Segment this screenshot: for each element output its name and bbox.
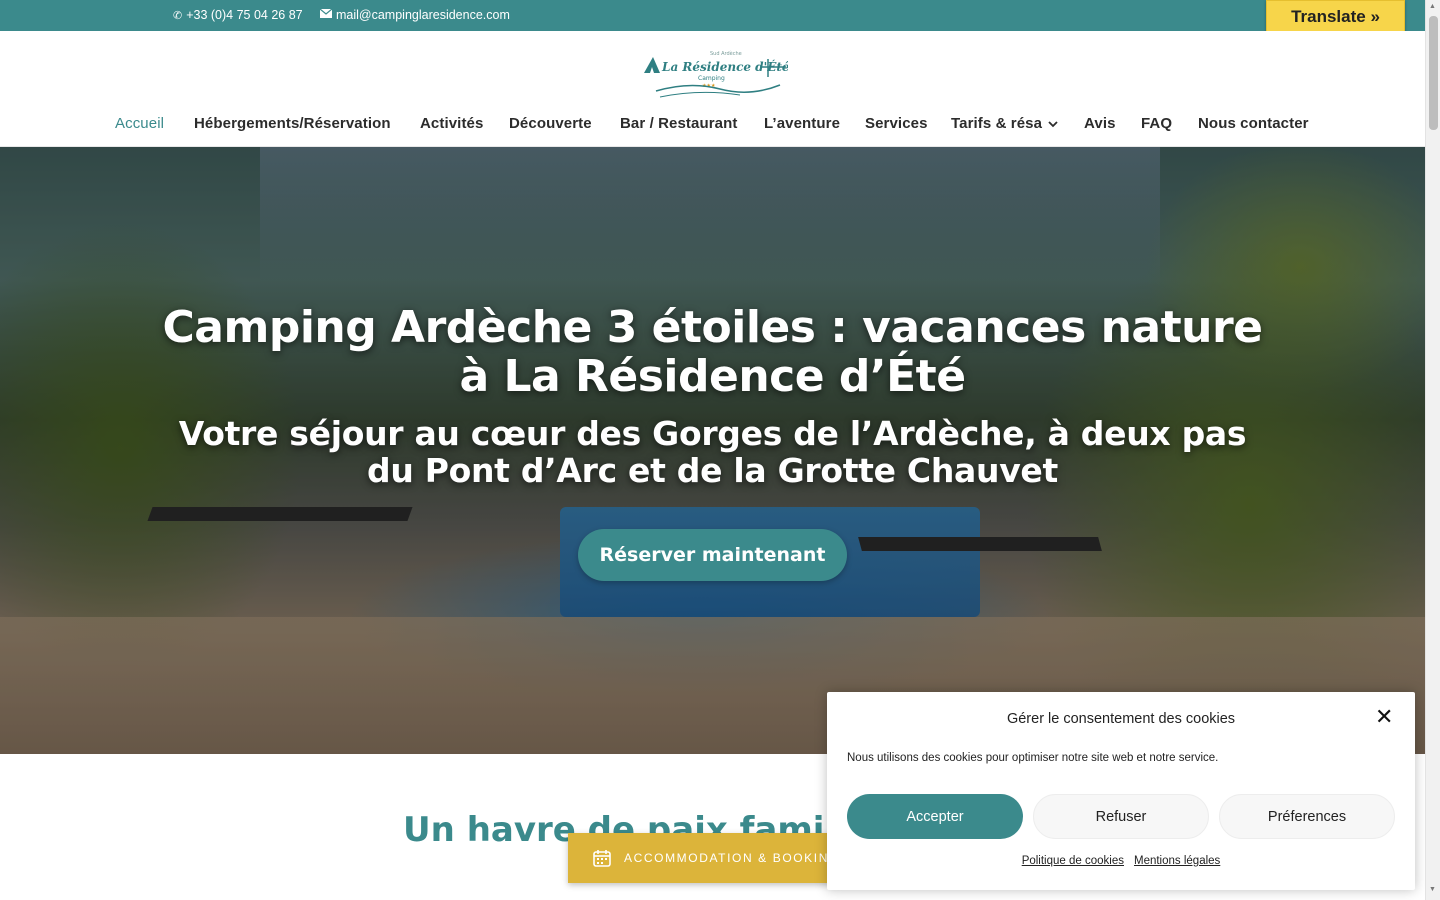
email-contact[interactable]: mail@campinglaresidence.com [319, 8, 510, 22]
scroll-down-icon[interactable]: ▼ [1429, 886, 1436, 893]
nav-item-decouverte[interactable]: Découverte [509, 115, 592, 132]
translate-button[interactable]: Translate » [1266, 0, 1405, 33]
scroll-up-icon[interactable]: ▲ [1429, 3, 1436, 10]
site-logo[interactable]: Sud Ardèche La Résidence d'Été Camping ★… [640, 47, 790, 101]
main-nav: Accueil Hébergements/Réservation Activit… [0, 115, 1425, 137]
nav-item-tarifs[interactable]: Tarifs & résa [951, 115, 1058, 132]
hero-title: Camping Ardèche 3 étoiles : vacances nat… [162, 302, 1263, 402]
phone-contact[interactable]: ✆ +33 (0)4 75 04 26 87 [173, 8, 303, 22]
booking-bar-button[interactable]: ACCOMMODATION & BOOKING [568, 833, 840, 883]
nav-item-services[interactable]: Services [865, 115, 928, 132]
mail-icon [319, 8, 333, 21]
nav-item-aventure[interactable]: L’aventure [764, 115, 840, 132]
logo-tagline: Sud Ardèche [710, 50, 742, 57]
phone-number: +33 (0)4 75 04 26 87 [186, 8, 303, 22]
chevron-down-icon [1048, 119, 1058, 131]
scrollbar-thumb[interactable] [1429, 16, 1438, 130]
site-header: Sud Ardèche La Résidence d'Été Camping ★… [0, 31, 1425, 147]
close-icon[interactable]: ✕ [1375, 706, 1393, 728]
page-scrollbar[interactable]: ▲ ▼ [1425, 0, 1440, 900]
nav-item-contact[interactable]: Nous contacter [1198, 115, 1309, 132]
email-address: mail@campinglaresidence.com [336, 8, 510, 22]
cookie-dialog-title: Gérer le consentement des cookies [1006, 711, 1236, 727]
nav-item-faq[interactable]: FAQ [1141, 115, 1172, 132]
calendar-icon [592, 848, 612, 868]
accept-cookies-button[interactable]: Accepter [847, 794, 1023, 839]
hero-subtitle: Votre séjour au cœur des Gorges de l’Ard… [178, 414, 1247, 490]
cookie-message: Nous utilisons des cookies pour optimise… [847, 752, 1219, 764]
phone-icon: ✆ [173, 9, 183, 22]
cookie-links: Politique de cookies Mentions légales [827, 855, 1415, 867]
nav-item-tarifs-label: Tarifs & résa [951, 115, 1043, 132]
cookie-policy-link[interactable]: Politique de cookies [1022, 855, 1124, 867]
cookie-consent-dialog: Gérer le consentement des cookies ✕ Nous… [827, 692, 1415, 890]
top-bar: ✆ +33 (0)4 75 04 26 87 mail@campinglares… [0, 0, 1425, 31]
nav-item-avis[interactable]: Avis [1084, 115, 1116, 132]
nav-item-bar-restaurant[interactable]: Bar / Restaurant [620, 115, 737, 132]
nav-item-accueil[interactable]: Accueil [115, 115, 164, 132]
nav-item-hebergements[interactable]: Hébergements/Réservation [194, 115, 391, 132]
booking-bar-label: ACCOMMODATION & BOOKING [624, 851, 840, 865]
legal-notice-link[interactable]: Mentions légales [1134, 855, 1220, 867]
hero-banner: Camping Ardèche 3 étoiles : vacances nat… [0, 147, 1425, 754]
book-now-button[interactable]: Réserver maintenant [578, 529, 847, 581]
nav-item-activites[interactable]: Activités [420, 115, 483, 132]
refuse-cookies-button[interactable]: Refuser [1033, 794, 1209, 839]
logo-subtitle: Camping [698, 75, 725, 82]
preferences-button[interactable]: Préferences [1219, 794, 1395, 839]
